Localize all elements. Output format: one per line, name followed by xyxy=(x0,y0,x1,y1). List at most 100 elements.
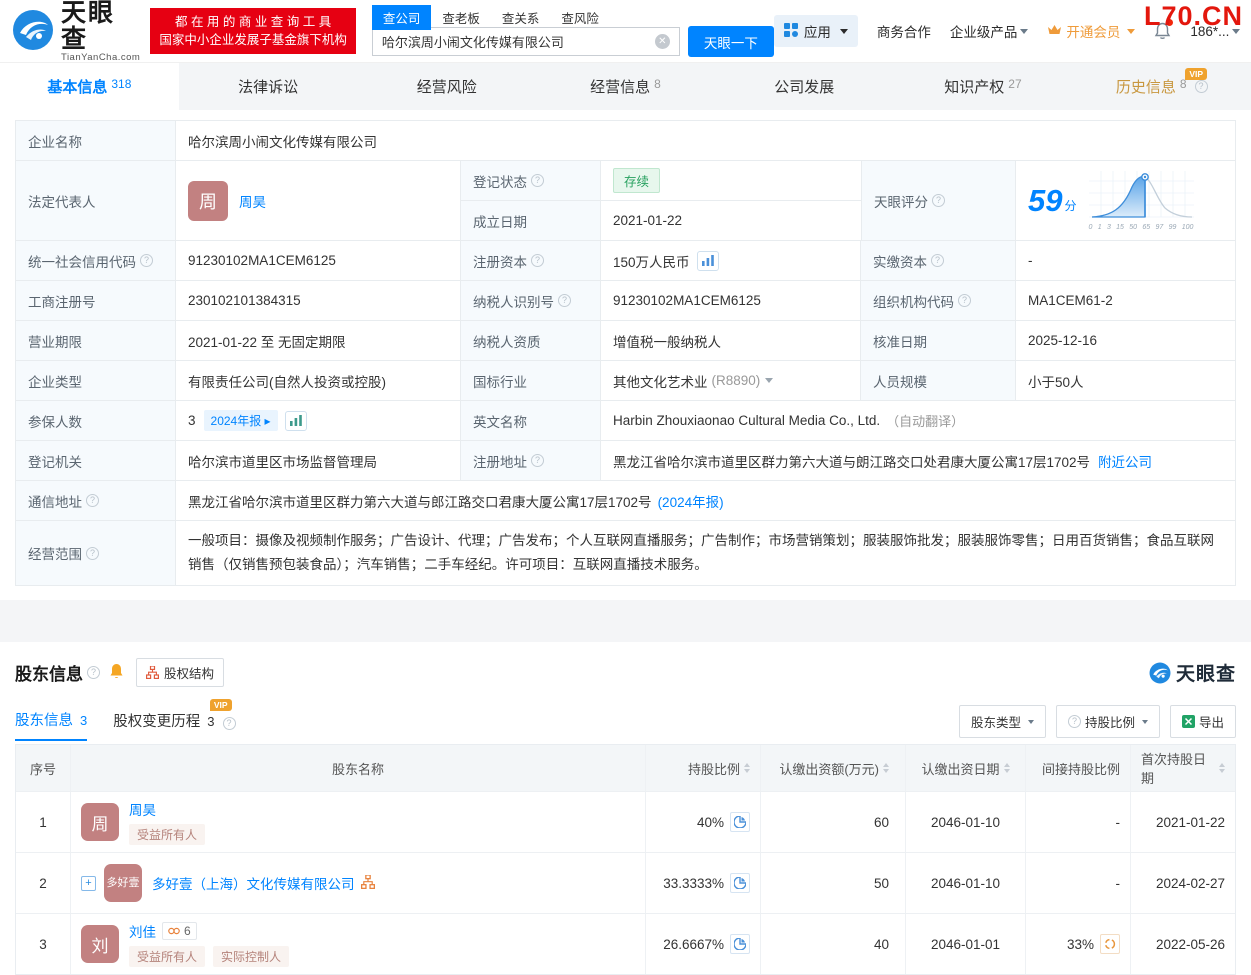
insured-trend-icon[interactable] xyxy=(284,410,307,431)
help-icon[interactable]: ? xyxy=(932,194,945,207)
help-icon[interactable]: ? xyxy=(140,254,153,267)
search-tab-boss[interactable]: 查老板 xyxy=(431,5,491,30)
clear-search-icon[interactable]: ✕ xyxy=(654,34,670,49)
row-company-type: 企业类型 有限责任公司(自然人投资或控股) 国标行业 其他文化艺术业 (R889… xyxy=(16,361,1235,401)
taxpayer-id-label: 纳税人识别号? xyxy=(461,281,601,320)
pie-chart-icon[interactable] xyxy=(730,873,750,893)
reg-number-value: 230102101384315 xyxy=(176,281,461,320)
help-icon[interactable]: ? xyxy=(531,254,544,267)
shareholder-avatar[interactable]: 刘 xyxy=(81,925,119,963)
score-distribution-chart: 0 1 3 15 50 65 97 99 100 xyxy=(1088,170,1194,231)
score-label: 天眼评分? xyxy=(861,161,1016,240)
shareholder-link[interactable]: 多好壹（上海）文化传媒有限公司 xyxy=(152,873,355,893)
tab-history-info[interactable]: VIP 历史信息 8 ? xyxy=(1072,63,1251,110)
reg-status-value: 存续 xyxy=(601,161,861,200)
establish-date-value: 2021-01-22 xyxy=(613,213,683,228)
equity-structure-icon[interactable] xyxy=(360,873,375,892)
help-icon[interactable]: ? xyxy=(86,494,99,507)
promo-line1: 都 在 用 的 商 业 查 询 工 具 xyxy=(174,15,332,29)
tab-count: 27 xyxy=(1008,76,1022,91)
shareholder-row: 3 刘 刘佳 6 受益所有人 实际控制人 26.6667% 40 2046-01… xyxy=(16,913,1235,974)
first-date-cell: 2021-01-22 xyxy=(1155,814,1225,830)
basic-info-table: 企业名称 哈尔滨周小闹文化传媒有限公司 法定代表人 周 周昊 登记状态? 存续 … xyxy=(15,120,1236,586)
shareholder-avatar[interactable]: 多好壹 xyxy=(104,864,142,902)
score-number: 59 xyxy=(1028,182,1063,218)
menu-cooperation[interactable]: 商务合作 xyxy=(877,21,931,41)
help-icon[interactable]: ? xyxy=(531,174,544,187)
business-term-label: 营业期限 xyxy=(16,321,176,360)
search-button[interactable]: 天眼一下 xyxy=(687,26,774,57)
help-icon[interactable]: ? xyxy=(958,294,971,307)
indirect-holding-icon[interactable] xyxy=(1100,934,1120,954)
page-watermark: L70.CN xyxy=(1143,1,1243,31)
search-tab-risk[interactable]: 查风险 xyxy=(550,5,610,30)
tab-equity-change-history[interactable]: VIP 股权变更历程 3 ? xyxy=(113,698,236,740)
annual-report-link[interactable]: (2024年报) xyxy=(658,491,724,511)
partnership-count-badge[interactable]: 6 xyxy=(162,922,197,940)
row-business-scope: 经营范围? 一般项目：摄像及视频制作服务；广告设计、代理；广告发布；个人互联网直… xyxy=(16,521,1235,585)
col-amount[interactable]: 认缴出资额(万元) xyxy=(761,745,906,791)
ratio-filter[interactable]: ? 持股比例 xyxy=(1055,705,1160,738)
col-date[interactable]: 认缴出资日期 xyxy=(906,745,1026,791)
tab-company-development[interactable]: 公司发展 xyxy=(715,63,894,110)
equity-structure-button[interactable]: 股权结构 xyxy=(136,658,225,687)
crown-icon xyxy=(1047,24,1062,39)
tab-operating-risk[interactable]: 经营风险 xyxy=(357,63,536,110)
score-axis-labels: 0 1 3 15 50 65 97 99 100 xyxy=(1088,223,1194,231)
help-icon[interactable]: ? xyxy=(931,254,944,267)
pie-chart-icon[interactable] xyxy=(730,934,750,954)
tianyancha-logo[interactable]: 天眼查 TianYanCha.com xyxy=(12,0,140,63)
tab-legal[interactable]: 法律诉讼 xyxy=(179,63,358,110)
company-type-value: 有限责任公司(自然人投资或控股) xyxy=(176,361,461,400)
search-tab-relation[interactable]: 查关系 xyxy=(491,5,551,30)
shareholder-link[interactable]: 刘佳 xyxy=(129,921,156,941)
tab-shareholder-info[interactable]: 股东信息 3 xyxy=(15,709,88,741)
staff-size-value: 小于50人 xyxy=(1028,374,1084,390)
legal-rep-link[interactable]: 周昊 xyxy=(239,191,266,211)
menu-vip[interactable]: 开通会员 xyxy=(1047,21,1136,41)
date-cell: 2046-01-01 xyxy=(906,914,1026,974)
beneficial-owner-tag: 受益所有人 xyxy=(129,946,206,967)
help-icon[interactable]: ? xyxy=(86,546,99,560)
apps-menu[interactable]: 应用 xyxy=(773,15,858,47)
export-button[interactable]: 导出 xyxy=(1169,705,1236,738)
search-tabs: 查公司 查老板 查关系 查风险 xyxy=(371,5,610,30)
shareholder-type-filter[interactable]: 股东类型 xyxy=(958,705,1046,738)
col-first-date[interactable]: 首次持股日期 xyxy=(1131,745,1235,791)
nearby-companies-link[interactable]: 附近公司 xyxy=(1098,451,1152,471)
expand-row-button[interactable]: + xyxy=(81,875,96,891)
promo-banner: 都 在 用 的 商 业 查 询 工 具 国家中小企业发展子基金旗下机构 xyxy=(150,8,356,54)
monitor-bell-icon[interactable] xyxy=(109,663,124,683)
menu-enterprise[interactable]: 企业级产品 xyxy=(950,21,1029,41)
tab-intellectual-property[interactable]: 知识产权 27 xyxy=(894,63,1073,110)
search-input-value: 哈尔滨周小闹文化传媒有限公司 xyxy=(381,35,564,50)
structure-icon xyxy=(146,666,159,679)
help-icon[interactable]: ? xyxy=(1194,80,1208,93)
col-ratio[interactable]: 持股比例 xyxy=(646,745,761,791)
tab-business-info[interactable]: 经营信息 8 xyxy=(536,63,715,110)
credit-code-value: 91230102MA1CEM6125 xyxy=(176,241,461,280)
shareholder-avatar[interactable]: 周 xyxy=(81,803,119,841)
shareholder-link[interactable]: 周昊 xyxy=(129,799,156,819)
row-credit-code: 统一社会信用代码? 91230102MA1CEM6125 注册资本? 150万人… xyxy=(16,241,1235,281)
pie-chart-icon[interactable] xyxy=(730,812,750,832)
search-input[interactable]: 哈尔滨周小闹文化传媒有限公司 ✕ xyxy=(371,27,680,56)
help-icon[interactable]: ? xyxy=(558,294,571,307)
shareholders-table: 序号 股东名称 持股比例 认缴出资额(万元) 认缴出资日期 间接持股比例 首次持… xyxy=(15,744,1236,975)
help-icon[interactable]: ? xyxy=(87,666,100,679)
brand-domain: TianYanCha.com xyxy=(61,51,141,63)
sort-icon xyxy=(1003,763,1010,773)
indirect-cell: - xyxy=(1026,792,1131,852)
help-icon[interactable]: ? xyxy=(531,454,544,467)
reg-status-label: 登记状态? xyxy=(461,161,601,200)
help-icon[interactable]: ? xyxy=(222,716,236,730)
tab-basic-info[interactable]: 基本信息 318 xyxy=(0,63,179,110)
legal-rep-avatar[interactable]: 周 xyxy=(188,180,228,221)
score-value[interactable]: 59 分 0 1 3 15 50 65 97 99 100 xyxy=(1016,161,1235,240)
company-type-label: 企业类型 xyxy=(16,361,176,400)
row-index: 2 xyxy=(16,853,71,913)
annual-report-chip[interactable]: 2024年报 ▸ xyxy=(203,410,278,431)
capital-trend-icon[interactable] xyxy=(696,250,719,271)
industry-value[interactable]: 其他文化艺术业 (R8890) xyxy=(601,361,861,400)
search-tab-company[interactable]: 查公司 xyxy=(371,5,432,30)
